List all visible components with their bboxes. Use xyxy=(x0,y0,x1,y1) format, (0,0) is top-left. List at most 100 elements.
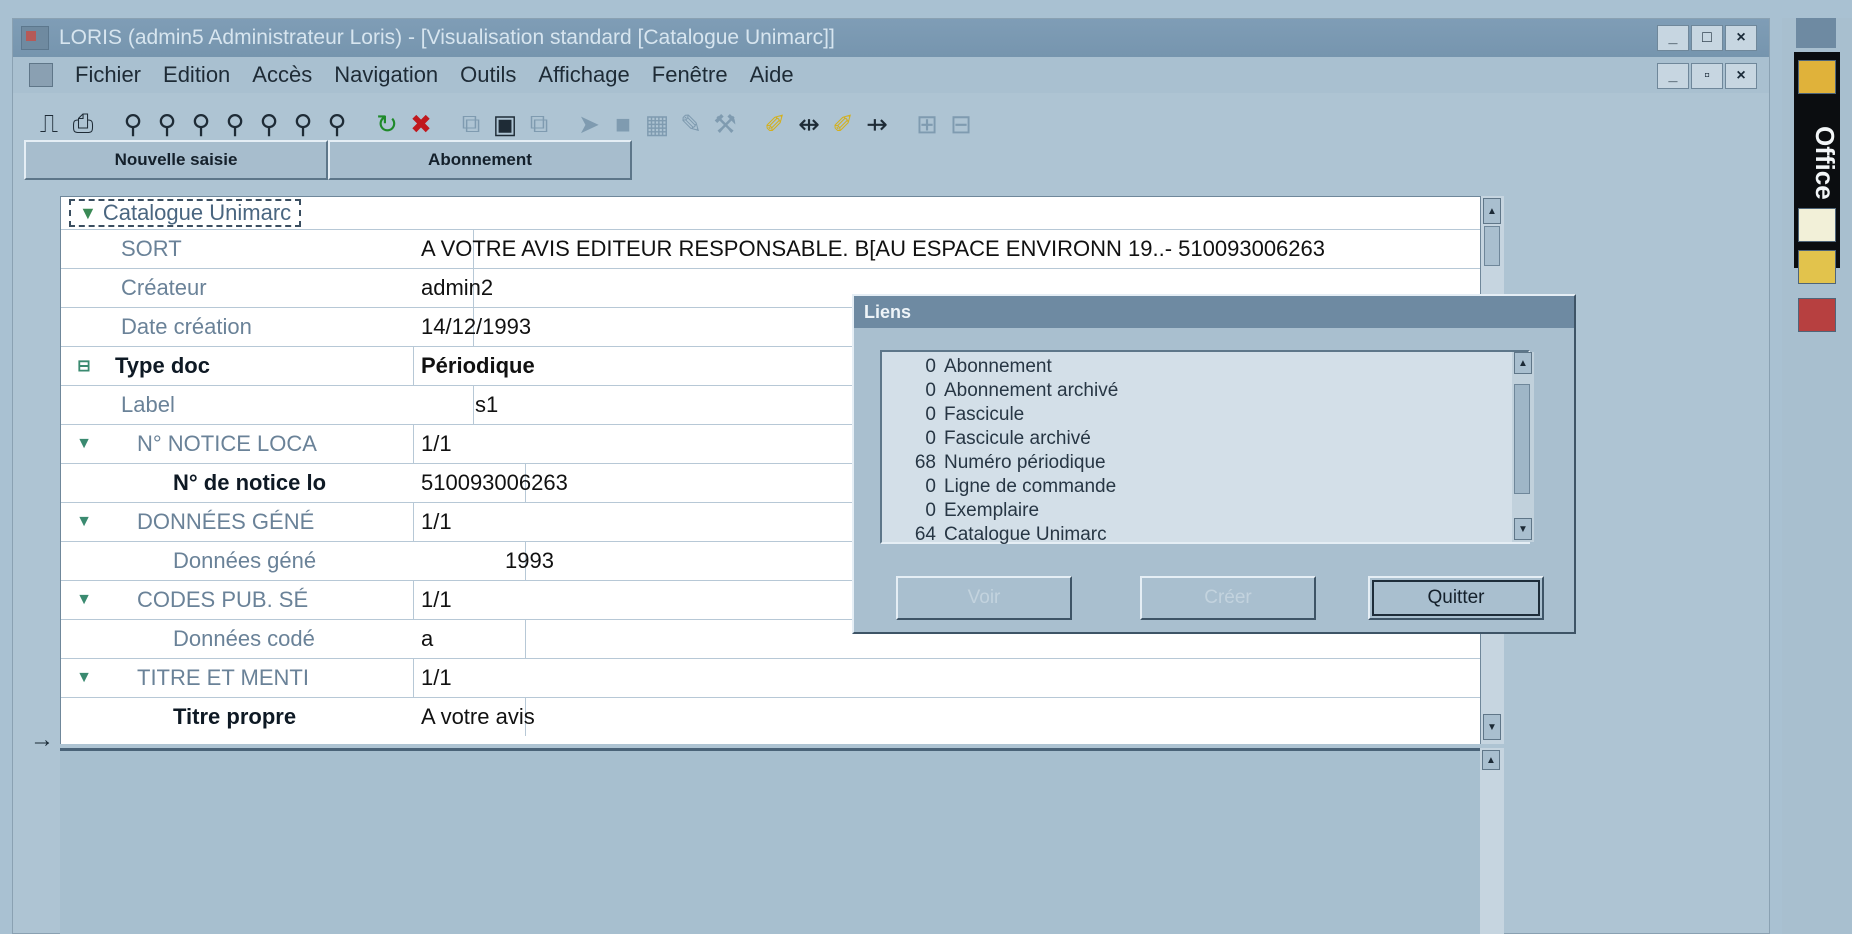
title-bar[interactable]: LORIS (admin5 Administrateur Loris) - [V… xyxy=(13,19,1769,57)
search-icon[interactable]: ⚲ xyxy=(187,108,215,140)
office-shortcut-bar: Office xyxy=(1782,18,1852,934)
refresh-icon[interactable]: ↻ xyxy=(373,108,401,140)
field-label: Label xyxy=(61,386,474,424)
links-list[interactable]: 0 Abonnement 0 Abonnement archivé 0 Fascicu… xyxy=(880,350,1530,545)
list-item[interactable]: 0 Abonnement archivé xyxy=(882,380,1118,404)
link-icon[interactable]: ⇸ xyxy=(863,108,891,140)
tab-nouvelle-saisie[interactable]: Nouvelle saisie xyxy=(24,140,328,180)
folder-icon[interactable] xyxy=(1798,250,1836,284)
search-icon[interactable]: ⚲ xyxy=(153,108,181,140)
menu-outils[interactable]: Outils xyxy=(460,62,516,88)
grid-header: ▼ Catalogue Unimarc xyxy=(61,197,1480,229)
lower-pane xyxy=(60,748,1480,934)
list-item[interactable]: 68 Numéro périodique xyxy=(882,452,1106,476)
windows-icon[interactable] xyxy=(1796,18,1836,48)
catalogue-node[interactable]: ▼ Catalogue Unimarc xyxy=(69,199,302,227)
collapse-icon[interactable]: ▼ xyxy=(73,513,95,531)
list-item[interactable]: 64 Catalogue Unimarc xyxy=(882,524,1107,548)
grid-row[interactable]: ▼ TITRE ET MENTI 1/1 xyxy=(61,658,1480,697)
list-item[interactable]: 0 Fascicule xyxy=(882,404,1024,428)
field-label: TITRE ET MENTI xyxy=(137,665,309,690)
search-icon[interactable]: ⚲ xyxy=(289,108,317,140)
copy-icon[interactable]: ⧉ xyxy=(525,108,553,140)
maximize-button[interactable]: □ xyxy=(1691,25,1723,51)
tab-abonnement[interactable]: Abonnement xyxy=(328,140,632,180)
grid-row[interactable]: SORT A VOTRE AVIS EDITEUR RESPONSABLE. B… xyxy=(61,229,1480,268)
link-icon[interactable]: ✐ xyxy=(829,108,857,140)
field-label: Créateur xyxy=(61,269,474,307)
close-button[interactable]: × xyxy=(1725,25,1757,51)
menu-fenetre[interactable]: Fenêtre xyxy=(652,62,728,88)
dialog-title[interactable]: Liens xyxy=(854,296,1574,328)
doc-close-button[interactable]: × xyxy=(1725,63,1757,89)
minimize-button[interactable]: _ xyxy=(1657,25,1689,51)
search-icon[interactable]: ⚲ xyxy=(255,108,283,140)
list-item[interactable]: 0 Exemplaire xyxy=(882,500,1039,524)
menu-navigation[interactable]: Navigation xyxy=(334,62,438,88)
doc-minimize-button[interactable]: _ xyxy=(1657,63,1689,89)
field-label: Type doc xyxy=(115,353,210,378)
scroll-down-icon[interactable]: ▼ xyxy=(1483,714,1501,740)
delete-icon[interactable]: ✖ xyxy=(407,108,435,140)
search-icon[interactable]: ⚲ xyxy=(119,108,147,140)
form-icon[interactable]: ▣ xyxy=(491,108,519,140)
collapse-icon[interactable]: ▼ xyxy=(79,203,97,224)
app-shortcut-icon[interactable] xyxy=(1798,298,1836,332)
field-label: Date création xyxy=(61,308,474,346)
list-item[interactable]: 0 Fascicule archivé xyxy=(882,428,1090,452)
search-icon[interactable]: ⚲ xyxy=(221,108,249,140)
collapse-icon[interactable]: ▼ xyxy=(73,591,95,609)
liens-dialog: Liens 0 Abonnement 0 Abonnement archivé 0F… xyxy=(852,294,1576,634)
field-value[interactable]: 1/1 xyxy=(415,659,1480,697)
link-icon[interactable]: ✐ xyxy=(761,108,789,140)
creer-button[interactable]: Créer xyxy=(1140,576,1316,620)
tool-icon[interactable]: ⚒ xyxy=(711,108,739,140)
menu-acces[interactable]: Accès xyxy=(252,62,312,88)
document-icon[interactable] xyxy=(1798,208,1836,242)
tree-icon[interactable]: ⊟ xyxy=(947,108,975,140)
save-icon[interactable]: ■ xyxy=(609,108,637,140)
list-item[interactable]: 0 Ligne de commande xyxy=(882,476,1116,500)
edit-icon[interactable]: ✎ xyxy=(677,108,705,140)
menu-aide[interactable]: Aide xyxy=(750,62,794,88)
menu-affichage[interactable]: Affichage xyxy=(538,62,629,88)
field-label: CODES PUB. SÉ xyxy=(137,587,309,612)
scroll-down-icon[interactable]: ▼ xyxy=(1514,518,1532,540)
field-value[interactable]: A VOTRE AVIS EDITEUR RESPONSABLE. B[AU E… xyxy=(415,230,1480,268)
search-icon[interactable]: ⚲ xyxy=(323,108,351,140)
scroll-thumb[interactable] xyxy=(1514,384,1530,494)
scroll-up-icon[interactable]: ▲ xyxy=(1483,198,1501,224)
field-label: DONNÉES GÉNÉ xyxy=(137,509,315,534)
document-icon[interactable] xyxy=(29,63,53,87)
scroll-up-icon[interactable]: ▲ xyxy=(1482,750,1500,770)
arrow-icon[interactable]: ➤ xyxy=(575,108,603,140)
lower-scrollbar[interactable]: ▲ xyxy=(1480,748,1504,934)
door-icon[interactable]: ⎍ xyxy=(35,108,63,140)
app-icon xyxy=(21,26,49,50)
link-icon[interactable]: ⇹ xyxy=(795,108,823,140)
list-scrollbar[interactable]: ▲ ▼ xyxy=(1512,352,1534,542)
doc-restore-button[interactable]: ▫ xyxy=(1691,63,1723,89)
row-pointer-icon: → xyxy=(30,726,54,753)
menu-fichier[interactable]: Fichier xyxy=(75,62,141,88)
field-label: SORT xyxy=(61,230,474,268)
collapse-icon[interactable]: ▼ xyxy=(73,435,95,453)
grid-row[interactable]: Titre propre A votre avis xyxy=(61,697,1480,736)
scroll-thumb[interactable] xyxy=(1484,226,1500,266)
grid-icon[interactable]: ▦ xyxy=(643,108,671,140)
list-item[interactable]: 0 Abonnement xyxy=(882,356,1051,380)
office-label: Office xyxy=(1810,126,1840,200)
expand-icon[interactable]: ⊟ xyxy=(73,356,95,376)
office-app-icon[interactable] xyxy=(1798,60,1836,94)
scroll-up-icon[interactable]: ▲ xyxy=(1514,352,1532,374)
quitter-button[interactable]: Quitter xyxy=(1368,576,1544,620)
collapse-icon[interactable]: ▼ xyxy=(73,669,95,687)
tree-icon[interactable]: ⊞ xyxy=(913,108,941,140)
field-value[interactable]: A votre avis xyxy=(415,698,1480,736)
voir-button[interactable]: Voir xyxy=(896,576,1072,620)
copy-icon[interactable]: ⧉ xyxy=(457,108,485,140)
print-icon[interactable]: ⎙ xyxy=(69,108,97,140)
menu-edition[interactable]: Edition xyxy=(163,62,230,88)
window-title: LORIS (admin5 Administrateur Loris) - [V… xyxy=(59,26,835,49)
menu-bar: Fichier Edition Accès Navigation Outils … xyxy=(13,57,1769,93)
